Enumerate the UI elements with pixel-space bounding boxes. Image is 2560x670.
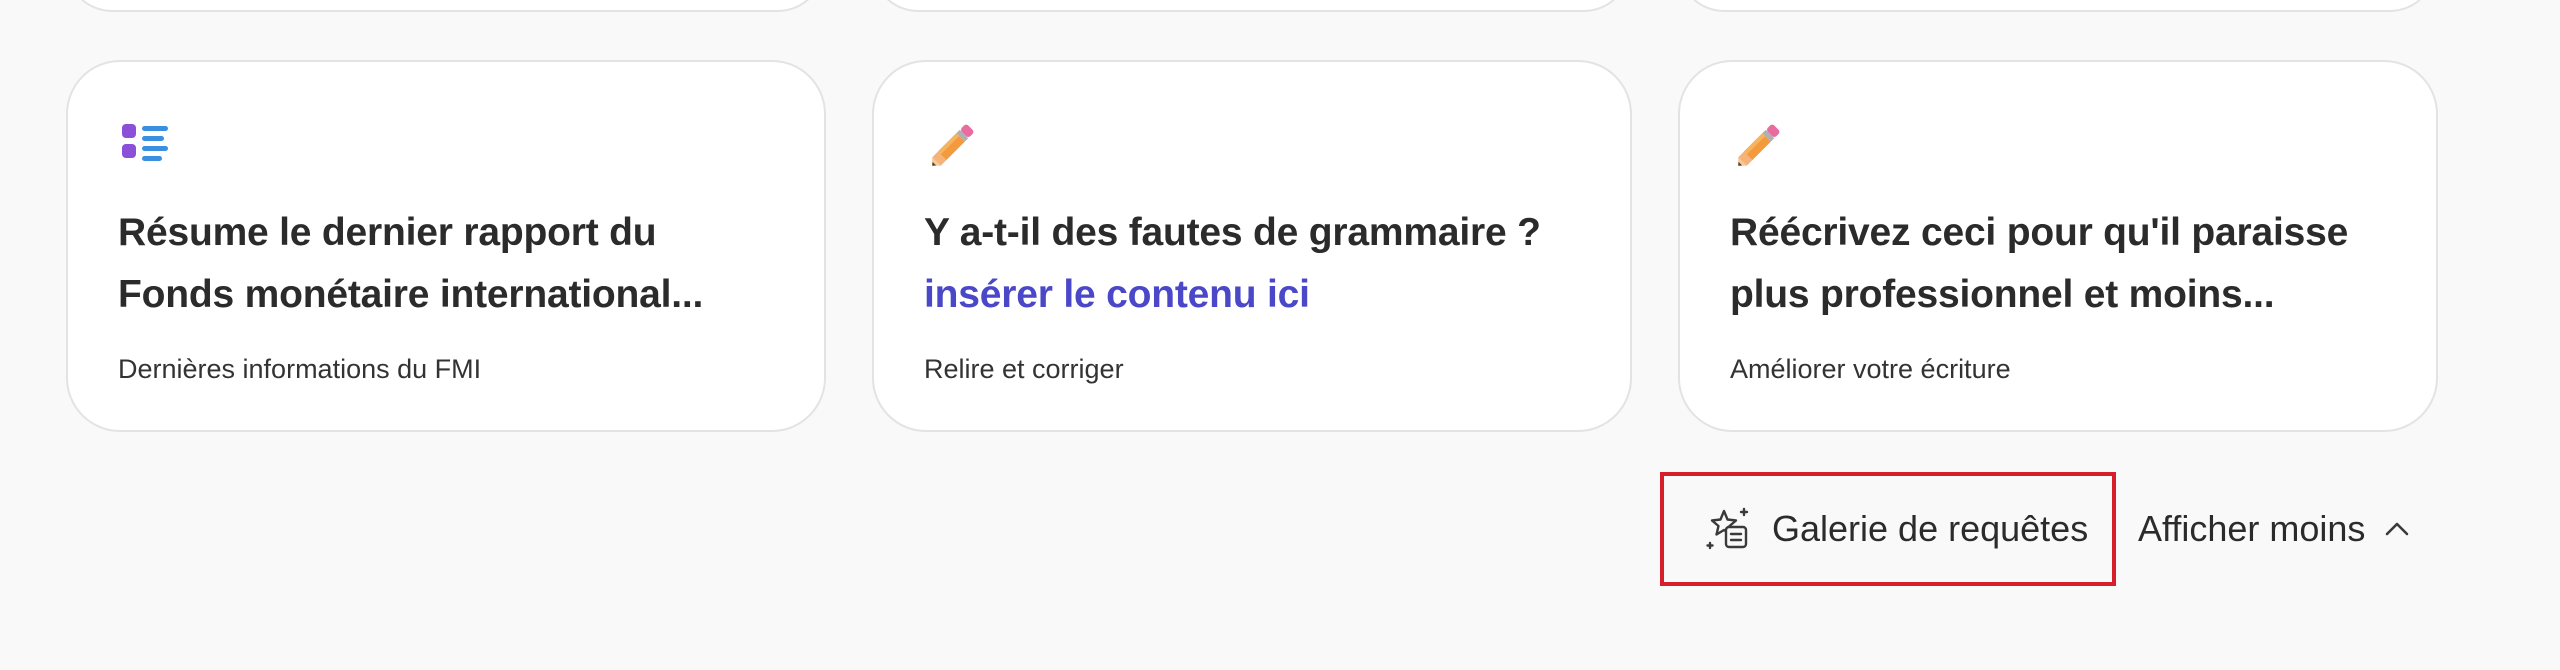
show-less-label: Afficher moins	[2138, 508, 2366, 549]
chevron-up-icon	[2386, 522, 2409, 536]
prompt-gallery-icon	[1706, 507, 1749, 550]
prompt-gallery-label: Galerie de requêtes	[1772, 508, 2089, 549]
prompt-card-imf-summary[interactable]: Résume le dernier rapport du Fonds monét…	[66, 60, 826, 432]
card-title-line: Résume le dernier rapport du	[118, 211, 657, 254]
card-title: Y a-t-il des fautes de grammaire ? insér…	[924, 202, 1594, 326]
prompt-card-partial[interactable]	[1678, 0, 2436, 12]
card-title-line: plus professionnel et moins...	[1730, 273, 2275, 316]
pencil-icon	[932, 124, 974, 166]
card-title-line: Y a-t-il des fautes de grammaire ?	[924, 211, 1541, 254]
show-less-button[interactable]: Afficher moins	[2138, 472, 2413, 586]
prompt-card-partial[interactable]	[66, 0, 824, 12]
prompt-card-grammar-check[interactable]: Y a-t-il des fautes de grammaire ? insér…	[872, 60, 1632, 432]
card-subtitle: Améliorer votre écriture	[1730, 354, 2011, 384]
prompt-suggestions-panel: Résume le dernier rapport du Fonds monét…	[0, 0, 2560, 670]
list-icon	[122, 124, 168, 161]
pencil-icon	[1738, 124, 1780, 166]
card-subtitle: Relire et corriger	[924, 354, 1124, 384]
content-placeholder-link[interactable]: insérer le contenu ici	[924, 264, 1594, 326]
prompt-card-rewrite-professional[interactable]: Réécrivez ceci pour qu'il paraisse plus …	[1678, 60, 2438, 432]
prompt-gallery-button[interactable]: Galerie de requêtes	[1660, 472, 2116, 586]
card-title: Réécrivez ceci pour qu'il paraisse plus …	[1730, 202, 2400, 326]
card-title-line: Réécrivez ceci pour qu'il paraisse	[1730, 211, 2349, 254]
prompt-card-partial[interactable]	[872, 0, 1630, 12]
card-title: Résume le dernier rapport du Fonds monét…	[118, 202, 788, 326]
card-title-line: Fonds monétaire international...	[118, 273, 704, 316]
card-subtitle: Dernières informations du FMI	[118, 354, 482, 384]
